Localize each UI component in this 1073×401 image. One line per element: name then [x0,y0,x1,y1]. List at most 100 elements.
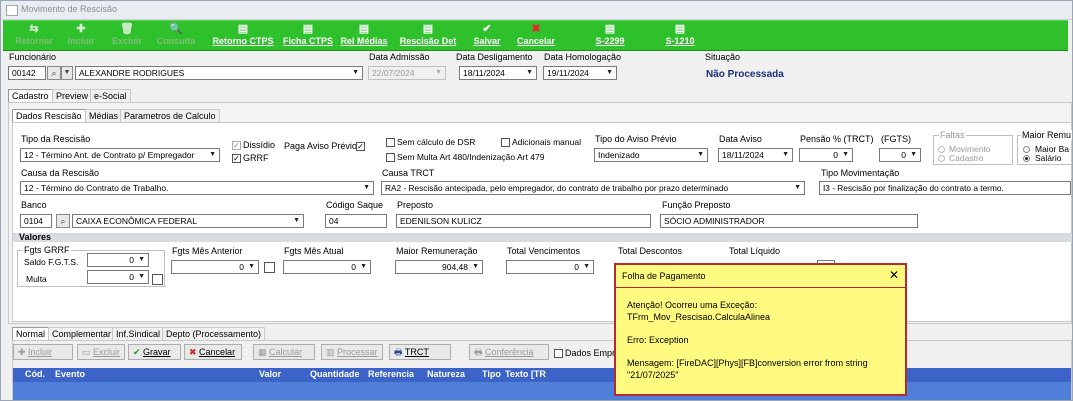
tab-preview[interactable]: Preview [52,89,93,103]
valores-section-header: Valores [13,233,1072,242]
column-header[interactable]: Natureza [427,369,465,379]
multa-input[interactable]: 0 ▼ [87,270,149,284]
incluir-button[interactable]: ✚ Incluir [13,344,73,360]
banco-name-value: CAIXA ECONÔMICA FEDERAL [76,216,197,226]
tipo-aviso-select[interactable]: Indenizado ▼ [594,148,708,162]
sem-calculo-dsr-checkbox[interactable] [386,138,395,147]
toolbar-button-rel-m-dias[interactable]: ▤ Rel Médias [338,21,390,50]
sem-calculo-dsr-label: Sem cálculo de DSR [397,137,476,147]
toolbar-button-incluir[interactable]: ✚ Incluir [61,21,101,50]
tipo-movimentacao-select[interactable]: I3 - Rescisão por finalização do contrat… [819,181,1071,195]
dissidio-checkbox[interactable]: ✓ [232,141,241,150]
causa-trct-select[interactable]: RA2 - Rescisão antecipada, pelo empregad… [381,181,805,195]
faltas-cadastro-radio[interactable] [938,155,945,162]
x-icon: ✖ [531,23,541,35]
fgts-mes-anterior-input[interactable]: 0 ▼ [171,260,259,274]
calculator-icon: ▦ [258,347,270,357]
banco-name-select[interactable]: CAIXA ECONÔMICA FEDERAL ▼ [72,214,304,228]
adicionais-manual-checkbox[interactable] [501,138,510,147]
funcionario-dropdown-button[interactable]: ▼ [61,66,73,80]
toolbar-button-label: Rel Médias [340,36,388,46]
confer-ncia-button[interactable]: 🖶 Conferência [469,344,549,360]
total-vencimentos-label: Total Vencimentos [507,246,581,256]
column-header[interactable]: Evento [55,369,85,379]
pensao-value: 0 [833,150,838,160]
data-desligamento-input[interactable]: 18/11/2024 ▼ [459,66,537,80]
toolbar-button-excluir[interactable]: 🗑 Excluir [107,21,147,50]
chevron-down-icon: ▼ [360,263,367,270]
sem-multa-checkbox[interactable] [386,153,395,162]
data-aviso-input[interactable]: 18/11/2024 ▼ [718,148,793,162]
data-aviso-value: 18/11/2024 [722,150,764,160]
title-bar: Movimento de Rescisão [1,1,1072,20]
pensao-input[interactable]: 0 ▼ [799,148,853,162]
chevron-down-icon: ▼ [794,184,801,191]
cancelar-button[interactable]: ✖ Cancelar [184,344,242,360]
column-header[interactable]: Referencia [368,369,414,379]
bottomtab-depto-processamento-[interactable]: Depto (Processamento) [162,327,266,341]
subtab-m-dias[interactable]: Médias [85,109,123,123]
eventos-grid-body[interactable] [13,382,1071,400]
paga-aviso-checkbox[interactable]: ✓ [356,142,365,151]
saldo-fgts-input[interactable]: 0 ▼ [87,253,149,267]
toolbar-button-rescis-o-det[interactable]: ▤ Rescisão Det [397,21,459,50]
funcionario-code-input[interactable]: 00142 [8,66,46,80]
toolbar-button-retornar[interactable]: ⇆ Retornar [11,21,57,50]
tipo-rescisao-select[interactable]: 12 - Término Ant. de Contrato p/ Emprega… [20,148,220,162]
banco-code-input[interactable]: 0104 [20,214,52,228]
salario-radio[interactable] [1023,155,1030,162]
rescisao-window: Movimento de Rescisão ⇆ Retornar ✚ Incluir 🗑… [0,0,1073,401]
maior-remuneracao-value: 904,48 [442,262,468,272]
data-desligamento-value: 18/11/2024 [463,68,505,78]
toolbar-button-salvar[interactable]: ✔ Salvar [469,21,505,50]
preposto-input[interactable]: EDENILSON KULICZ [396,214,651,228]
gravar-button[interactable]: ✔ Gravar [128,344,181,360]
bottomtab-complementar[interactable]: Complementar [48,327,116,341]
tipo-aviso-value: Indenizado [598,150,640,160]
chevron-down-icon: ▼ [910,151,917,158]
maior-base-radio[interactable] [1023,146,1030,153]
multa-checkbox[interactable] [152,274,163,285]
fgts-mes-anterior-checkbox[interactable] [264,262,275,273]
data-homologacao-value: 19/11/2024 [547,68,589,78]
chevron-down-icon: ▼ [435,69,442,76]
maior-remuneracao-input[interactable]: 904,48 ▼ [395,260,483,274]
excluir-button[interactable]: ▭ Excluir [77,344,125,360]
toolbar-button-consulta[interactable]: 🔍 Consulta [153,21,199,50]
funcionario-name-select[interactable]: ALEXANDRE RODRIGUES ▼ [75,66,363,80]
faltas-movimento-radio[interactable] [938,146,945,153]
toolbar-button-s-2299[interactable]: ▤ S-2299 [588,21,632,50]
toolbar-button-ficha-ctps[interactable]: ▤ Ficha CTPS [281,21,335,50]
column-header[interactable]: Valor [259,369,281,379]
toolbar-button-cancelar[interactable]: ✖ Cancelar [513,21,559,50]
column-header[interactable]: Texto [TR [505,369,546,379]
column-header[interactable]: Quantidade [310,369,360,379]
funcao-preposto-input[interactable]: SÓCIO ADMINISTRADOR [660,214,918,228]
close-icon[interactable]: ✕ [889,268,899,282]
funcionario-search-button[interactable]: ⌕ [47,66,61,80]
data-homologacao-input[interactable]: 19/11/2024 ▼ [543,66,617,80]
calcular-button[interactable]: ▦ Calcular [253,344,315,360]
popup-title: Folha de Pagamento [622,271,706,281]
trct-button[interactable]: 🖶 TRCT [389,344,451,360]
column-header[interactable]: Tipo [482,369,501,379]
subtab-parametros-de-calculo[interactable]: Parametros de Calculo [120,109,220,123]
fgts-pct-input[interactable]: 0 ▼ [879,148,921,162]
data-homologacao-label: Data Homologação [544,52,622,62]
grrf-checkbox[interactable]: ✓ [232,154,241,163]
codigo-saque-input[interactable]: 04 [325,214,387,228]
processar-button[interactable]: ▥ Processar [321,344,383,360]
total-vencimentos-input[interactable]: 0 ▼ [506,260,594,274]
faltas-cadastro-label: Cadastro [949,153,984,163]
column-header[interactable]: Cód. [25,369,45,379]
fgts-mes-atual-input[interactable]: 0 ▼ [283,260,371,274]
banco-search-button[interactable]: ⌕ [56,214,70,228]
funcionario-label: Funcionário [9,52,57,62]
tab-e-social[interactable]: e-Social [90,89,131,103]
toolbar-button-label: Incluir [67,36,95,46]
dados-empre-checkbox[interactable] [554,349,563,358]
bottomtab-inf-sindical[interactable]: Inf.Sindical [112,327,165,341]
toolbar-button-retorno-ctps[interactable]: ▤ Retorno CTPS [210,21,276,50]
causa-rescisao-select[interactable]: 12 - Término do Contrato de Trabalho. ▼ [20,181,374,195]
toolbar-button-s-1210[interactable]: ▤ S-1210 [658,21,702,50]
